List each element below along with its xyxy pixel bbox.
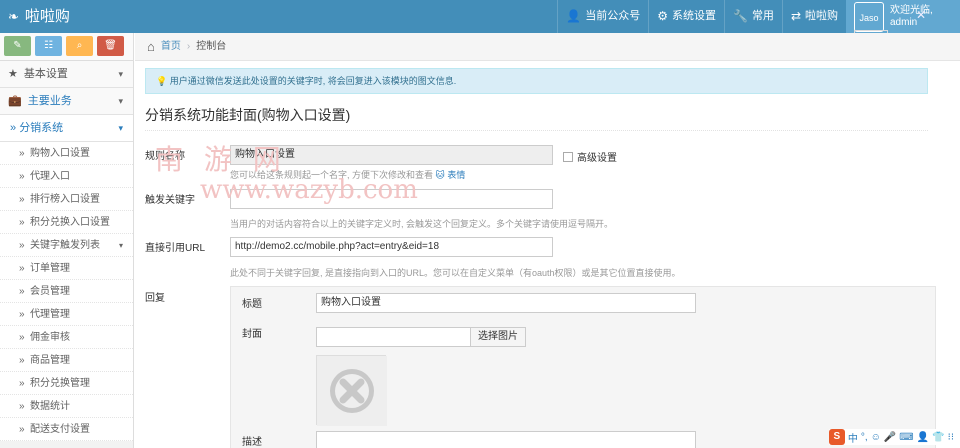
main-content: ⌂ 首页 › 控制台 💡 用户通过微信发送此处设置的关键字时, 将会回复进入该模… <box>135 33 960 448</box>
double-angle-icon: » <box>10 122 20 134</box>
close-icon[interactable]: ✕ <box>916 8 926 22</box>
ime-emoji-icon[interactable]: ☺ <box>871 432 881 443</box>
chevron-right-icon: › <box>186 40 191 52</box>
cover-placeholder-image <box>316 355 387 426</box>
top-navbar: ❧ 啦啦购 👤 当前公众号 ⚙ 系统设置 🔧 常用 ⇄ 啦啦购 Jaso 欢迎光… <box>0 0 960 78</box>
emoji-link[interactable]: 🐱 表情 <box>436 170 466 180</box>
sidebar-item-statistics[interactable]: 数据统计 <box>0 395 133 418</box>
chevron-down-icon: ▾ <box>118 95 123 106</box>
ime-punctuation[interactable]: °, <box>861 432 868 443</box>
menu-label: 关键字触发列表 <box>30 240 100 251</box>
user-menu[interactable]: Jaso 欢迎光临, admin ✕ <box>846 0 960 78</box>
pencil-icon[interactable]: ✎ <box>4 36 31 56</box>
ime-keyboard-icon[interactable]: ⌨ <box>899 432 913 443</box>
greeting-text: 欢迎光临, <box>890 4 933 16</box>
ime-toolbar[interactable]: S 中 °, ☺ 🎤 ⌨ 👤 👕 ⁝⁝ <box>828 429 954 445</box>
ime-user-icon[interactable]: 👤 <box>917 432 929 443</box>
advanced-settings-label: 高级设置 <box>577 153 617 164</box>
briefcase-icon: 💼 <box>8 94 22 107</box>
nav-common[interactable]: 🔧 常用 <box>723 0 782 33</box>
grid-icon[interactable]: ☷ <box>35 36 62 56</box>
ime-chinese[interactable]: 中 <box>848 430 858 445</box>
select-image-button[interactable]: 选择图片 <box>470 327 526 347</box>
ime-menu-icon[interactable]: ⁝⁝ <box>948 432 954 443</box>
leaf-icon: ❧ <box>8 9 19 24</box>
advanced-settings-checkbox[interactable] <box>563 151 573 162</box>
keyword-label: 触发关键字 <box>145 195 195 206</box>
sidebar-item-distribution[interactable]: » 分销系统 ▾ <box>0 115 133 142</box>
star-icon: ★ <box>8 67 18 80</box>
user-icon: 👤 <box>566 9 582 23</box>
brand-title: 啦啦购 <box>24 8 70 25</box>
avatar: Jaso <box>854 1 884 32</box>
sidebar-item-points-manage[interactable]: 积分兑换管理 <box>0 372 133 395</box>
nav-label: 当前公众号 <box>585 10 641 22</box>
nav-lalagou[interactable]: ⇄ 啦啦购 <box>781 0 846 33</box>
url-field[interactable]: http://demo2.cc/mobile.php?act=entry&eid… <box>230 237 553 257</box>
sogou-logo-icon: S <box>828 429 845 445</box>
keyword-help: 当用户的对话内容符合以上的关键字定义时, 会触发这个回复定义。多个关键字请使用逗… <box>230 219 614 229</box>
breadcrumb-current: 控制台 <box>196 40 227 52</box>
sidebar-item-shop-entry[interactable]: 购物入口设置 <box>0 142 133 165</box>
nav-label: 系统设置 <box>671 10 716 22</box>
info-alert: 💡 用户通过微信发送此处设置的关键字时, 将会回复进入该模块的图文信息. <box>145 68 928 94</box>
nav-system-settings[interactable]: ⚙ 系统设置 <box>648 0 724 33</box>
sidebar-item-products[interactable]: 商品管理 <box>0 349 133 372</box>
chevron-down-icon: ▾ <box>118 241 123 250</box>
description-label: 描述 <box>242 437 262 448</box>
brand[interactable]: ❧ 啦啦购 <box>8 0 70 33</box>
sidebar-shortcuts: ✎ ☷ ⌕ 🗑 <box>0 33 133 61</box>
sidebar-item-delivery[interactable]: 配送支付设置 <box>0 418 133 441</box>
watermark-url: www.wazyb.com <box>200 175 418 205</box>
reply-title-input[interactable]: 购物入口设置 <box>316 293 696 313</box>
sidebar-item-main-business[interactable]: 💼 主要业务 ▾ <box>0 88 133 115</box>
nav-label: 啦啦购 <box>805 10 838 22</box>
breadcrumb-home[interactable]: 首页 <box>161 33 181 61</box>
sidebar-item-basic-settings[interactable]: ★ 基本设置 ▾ <box>0 61 133 88</box>
reply-title-label: 标题 <box>242 299 262 310</box>
ime-skin-icon[interactable]: 👕 <box>932 432 944 443</box>
url-help: 此处不同于关键字回复, 是直接指向到入口的URL。您可以在自定义菜单（有oaut… <box>230 268 681 278</box>
sidebar-item-points-entry[interactable]: 积分兑换入口设置 <box>0 211 133 234</box>
sidebar-item-agents[interactable]: 代理管理 <box>0 303 133 326</box>
sidebar-item-keyword-list[interactable]: 关键字触发列表 ▾ <box>0 234 133 257</box>
gear-icon: ⚙ <box>657 9 668 23</box>
wrench-icon: 🔧 <box>732 9 748 23</box>
sidebar: ✎ ☷ ⌕ 🗑 ★ 基本设置 ▾ 💼 主要业务 ▾ » 分销系统 ▾ 购物入口设… <box>0 33 134 448</box>
search-icon[interactable]: ⌕ <box>66 36 93 56</box>
sidebar-item-agent-entry[interactable]: 代理入口 <box>0 165 133 188</box>
nav-label: 常用 <box>751 10 774 22</box>
menu-label: 基本设置 <box>23 67 68 80</box>
sidebar-item-members[interactable]: 会员管理 <box>0 280 133 303</box>
exchange-icon: ⇄ <box>790 9 801 23</box>
cover-input[interactable] <box>316 327 471 347</box>
home-icon: ⌂ <box>147 38 155 54</box>
reply-panel: 标题 购物入口设置 封面 选择图片 描述 <box>230 286 936 448</box>
ime-voice-icon[interactable]: 🎤 <box>884 432 896 443</box>
menu-label: 分销系统 <box>19 122 64 134</box>
cover-label: 封面 <box>242 329 262 340</box>
chevron-down-icon: ▾ <box>118 123 123 133</box>
description-textarea[interactable] <box>316 431 696 448</box>
reply-label: 回复 <box>145 293 165 304</box>
user-name: admin <box>890 16 918 28</box>
sidebar-item-ranking-entry[interactable]: 排行榜入口设置 <box>0 188 133 211</box>
breadcrumb: ⌂ 首页 › 控制台 <box>135 33 960 61</box>
nav-current-account[interactable]: 👤 当前公众号 <box>557 0 648 33</box>
user-greeting: 欢迎光临, admin <box>890 5 933 29</box>
top-nav: 👤 当前公众号 ⚙ 系统设置 🔧 常用 ⇄ 啦啦购 Jaso 欢迎光临, adm… <box>557 0 960 78</box>
watermark-cn: 南 游 网 <box>155 143 287 176</box>
emoji-link-label: 表情 <box>447 170 466 180</box>
menu-label: 主要业务 <box>27 94 72 107</box>
alert-text: 用户通过微信发送此处设置的关键字时, 将会回复进入该模块的图文信息. <box>169 76 457 86</box>
url-label: 直接引用URL <box>145 243 206 254</box>
page-title: 分销系统功能封面(购物入口设置) <box>145 105 928 131</box>
advanced-settings-toggle[interactable]: 高级设置 <box>563 149 617 164</box>
sidebar-item-orders[interactable]: 订单管理 <box>0 257 133 280</box>
trash-icon[interactable]: 🗑 <box>97 36 124 56</box>
no-image-icon <box>317 356 387 426</box>
chevron-down-icon: ▾ <box>118 68 123 79</box>
info-icon: 💡 <box>156 76 168 86</box>
sidebar-item-commission[interactable]: 佣金审核 <box>0 326 133 349</box>
